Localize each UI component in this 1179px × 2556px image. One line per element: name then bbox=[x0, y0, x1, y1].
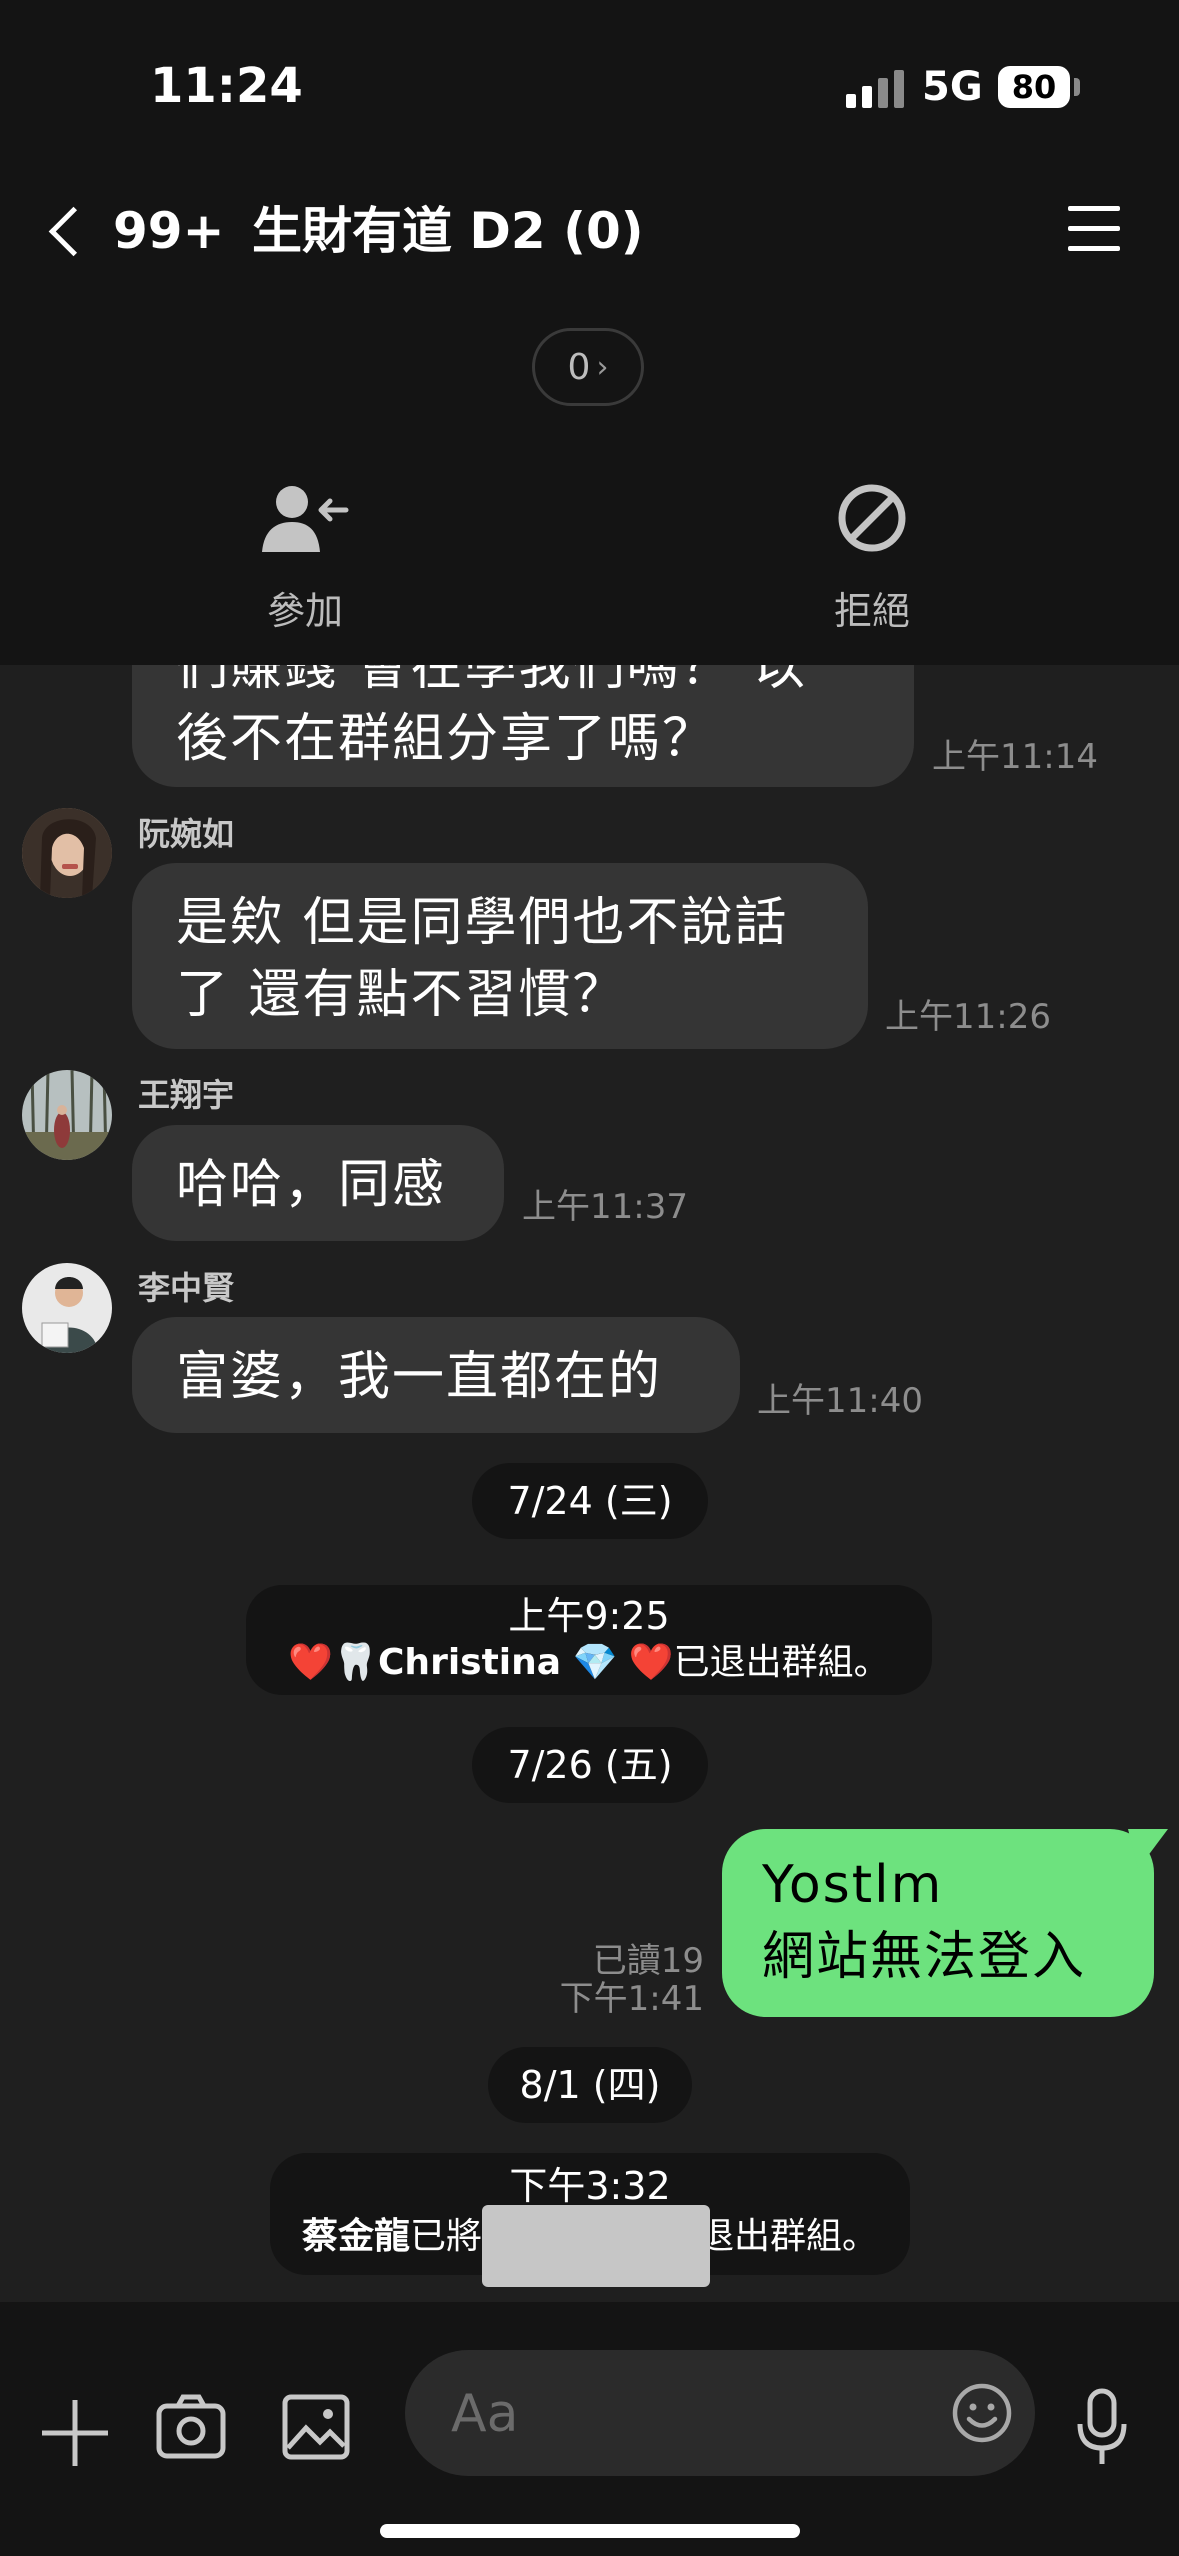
date-separator: 7/24 (三) bbox=[472, 1463, 708, 1539]
redaction-box bbox=[482, 2205, 710, 2287]
system-user: 蔡金龍 bbox=[301, 2216, 410, 2257]
reject-button[interactable]: 拒絕 bbox=[772, 480, 972, 635]
message-time: 上午11:14 bbox=[932, 737, 1098, 777]
message-time: 下午1:41 bbox=[559, 1979, 704, 2019]
sender-name: 李中賢 bbox=[138, 1269, 235, 1307]
date-separator: 7/26 (五) bbox=[472, 1727, 708, 1803]
unread-count: 99+ bbox=[113, 202, 225, 260]
add-person-icon bbox=[205, 480, 405, 560]
avatar[interactable] bbox=[22, 1263, 112, 1353]
join-label: 參加 bbox=[266, 589, 343, 633]
message-text: 哈哈，同感 bbox=[176, 1155, 447, 1215]
plus-icon[interactable] bbox=[40, 2398, 110, 2472]
microphone-icon[interactable] bbox=[1076, 2388, 1128, 2472]
message-input[interactable]: Aa bbox=[405, 2350, 1035, 2476]
message-placeholder: Aa bbox=[451, 2384, 519, 2444]
message-bubble[interactable]: 們賺錢 會在學我們嗎？ 以 後不在群組分享了嗎？ bbox=[132, 665, 914, 787]
message-time: 上午11:40 bbox=[757, 1381, 923, 1421]
member-count: 0 bbox=[567, 346, 591, 388]
block-icon bbox=[772, 480, 972, 560]
system-time: 上午9:25 bbox=[508, 1594, 670, 1638]
member-count-button[interactable]: 0 › bbox=[532, 328, 644, 406]
heart-tooth-emoji: ❤️🦷 bbox=[288, 1642, 379, 1683]
message-time: 上午11:37 bbox=[522, 1187, 688, 1227]
menu-icon[interactable] bbox=[1068, 204, 1120, 254]
read-receipt: 已讀19 bbox=[592, 1941, 704, 1981]
join-button[interactable]: 參加 bbox=[205, 480, 405, 635]
gem-heart-emoji: 💎 ❤️ bbox=[572, 1642, 674, 1683]
message-text: 了 還有點不習慣？ bbox=[176, 965, 627, 1025]
message-bubble[interactable]: 是欸 但是同學們也不說話 了 還有點不習慣？ bbox=[132, 863, 868, 1049]
battery-tip bbox=[1074, 78, 1080, 96]
chevron-left-icon bbox=[48, 206, 99, 256]
chat-title: 生財有道 D2 (0) bbox=[252, 202, 644, 260]
sender-name: 王翔宇 bbox=[138, 1076, 235, 1114]
message-text: 後不在群組分享了嗎？ bbox=[176, 709, 717, 769]
avatar[interactable] bbox=[22, 1070, 112, 1160]
emoji-icon[interactable] bbox=[951, 2382, 1013, 2444]
reject-label: 拒絕 bbox=[833, 589, 910, 633]
camera-icon[interactable] bbox=[156, 2392, 226, 2466]
chat-header: 11:24 5G 80 99+ 生財有道 D2 (0) 0 › 參加 拒絕 bbox=[0, 0, 1179, 665]
network-type: 5G bbox=[922, 64, 983, 110]
system-text: 退出群組。 bbox=[698, 2216, 879, 2257]
chevron-right-icon: › bbox=[596, 349, 609, 385]
sender-name: 阮婉如 bbox=[138, 815, 235, 853]
system-text: 已退出群組。 bbox=[673, 1642, 890, 1683]
message-text: 們賺錢 會在學我們嗎？ 以 bbox=[176, 665, 808, 697]
date-separator: 8/1 (四) bbox=[488, 2047, 692, 2123]
message-text: 是欸 但是同學們也不說話 bbox=[176, 893, 789, 953]
system-user: Christina bbox=[378, 1642, 562, 1683]
battery-icon: 80 bbox=[998, 66, 1070, 108]
system-time: 下午3:32 bbox=[509, 2164, 671, 2208]
message-time: 上午11:26 bbox=[885, 997, 1051, 1037]
message-text: 網站無法登入 bbox=[762, 1927, 1087, 1987]
signal-icon bbox=[846, 68, 906, 108]
message-bubble[interactable]: 富婆，我一直都在的 bbox=[132, 1317, 740, 1433]
input-bar: Aa bbox=[0, 2302, 1179, 2556]
status-time: 11:24 bbox=[150, 58, 303, 114]
my-message-bubble[interactable]: Yostlm 網站無法登入 bbox=[722, 1829, 1154, 2017]
bubble-tail bbox=[1128, 1829, 1168, 1869]
home-indicator bbox=[380, 2524, 800, 2538]
message-text: Yostlm bbox=[762, 1855, 944, 1915]
back-button[interactable]: 99+ bbox=[40, 196, 224, 266]
image-icon[interactable] bbox=[282, 2394, 350, 2464]
message-text: 富婆，我一直都在的 bbox=[176, 1347, 663, 1407]
system-text: 已將 bbox=[409, 2216, 482, 2257]
avatar[interactable] bbox=[22, 808, 112, 898]
message-list[interactable]: 們賺錢 會在學我們嗎？ 以 後不在群組分享了嗎？ 上午11:14 阮婉如 是欸 … bbox=[0, 665, 1179, 2302]
message-bubble[interactable]: 哈哈，同感 bbox=[132, 1125, 504, 1241]
system-message: 上午9:25 ❤️🦷Christina 💎 ❤️已退出群組。 bbox=[246, 1585, 932, 1695]
